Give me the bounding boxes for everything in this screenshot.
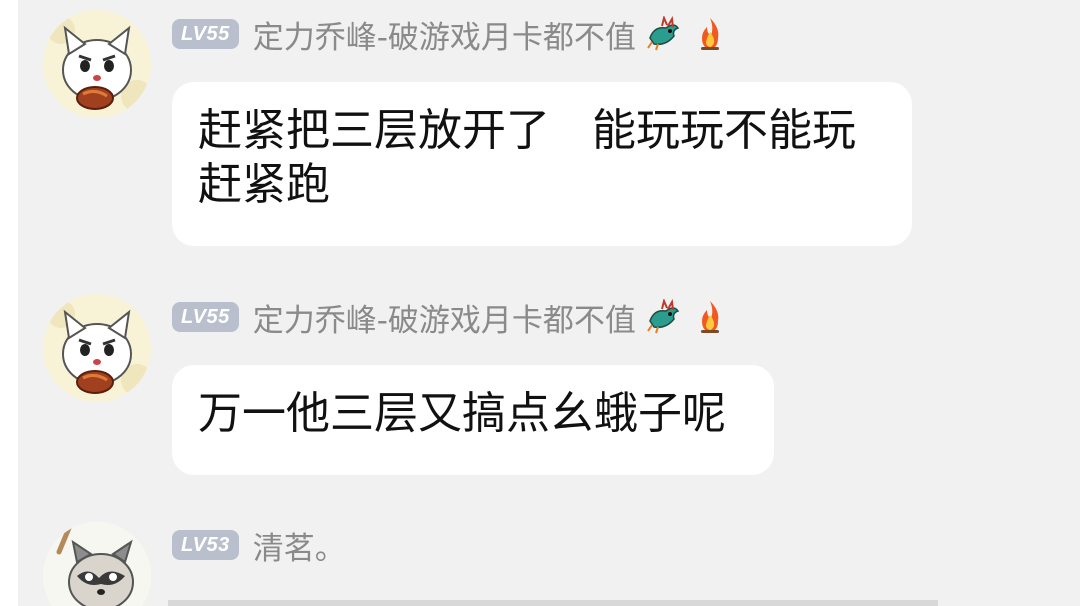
message-header: LV55 定力乔峰-破游戏月卡都不值 (172, 297, 728, 339)
message-header: LV55 定力乔峰-破游戏月卡都不值 (172, 14, 728, 56)
avatar[interactable] (43, 294, 151, 402)
level-badge: LV55 (172, 19, 239, 49)
dragon-icon (646, 297, 682, 335)
fire-icon (692, 16, 728, 52)
message-bubble[interactable]: 万一他三层又搞点幺蛾子呢 (172, 365, 774, 475)
message-header: LV53 清茗。 (172, 527, 346, 567)
cat-avatar-icon (43, 10, 151, 118)
level-badge: LV55 (172, 302, 239, 332)
fire-icon (692, 299, 728, 335)
next-message-bubble-edge (168, 600, 938, 606)
avatar[interactable] (43, 522, 151, 606)
message-bubble[interactable]: 赶紧把三层放开了 能玩玩不能玩 赶紧跑 (172, 82, 912, 246)
dragon-icon (646, 14, 682, 52)
level-badge: LV53 (172, 530, 239, 560)
raccoon-avatar-icon (43, 522, 151, 606)
sender-nickname[interactable]: 清茗。 (253, 523, 346, 568)
sender-nickname[interactable]: 定力乔峰-破游戏月卡都不值 (253, 12, 636, 57)
sender-nickname[interactable]: 定力乔峰-破游戏月卡都不值 (253, 295, 636, 340)
cat-avatar-icon (43, 294, 151, 402)
chat-message-list[interactable]: LV55 定力乔峰-破游戏月卡都不值 赶紧把三层放开了 能玩玩不能玩 赶紧跑 L… (18, 0, 1080, 606)
avatar[interactable] (43, 10, 151, 118)
